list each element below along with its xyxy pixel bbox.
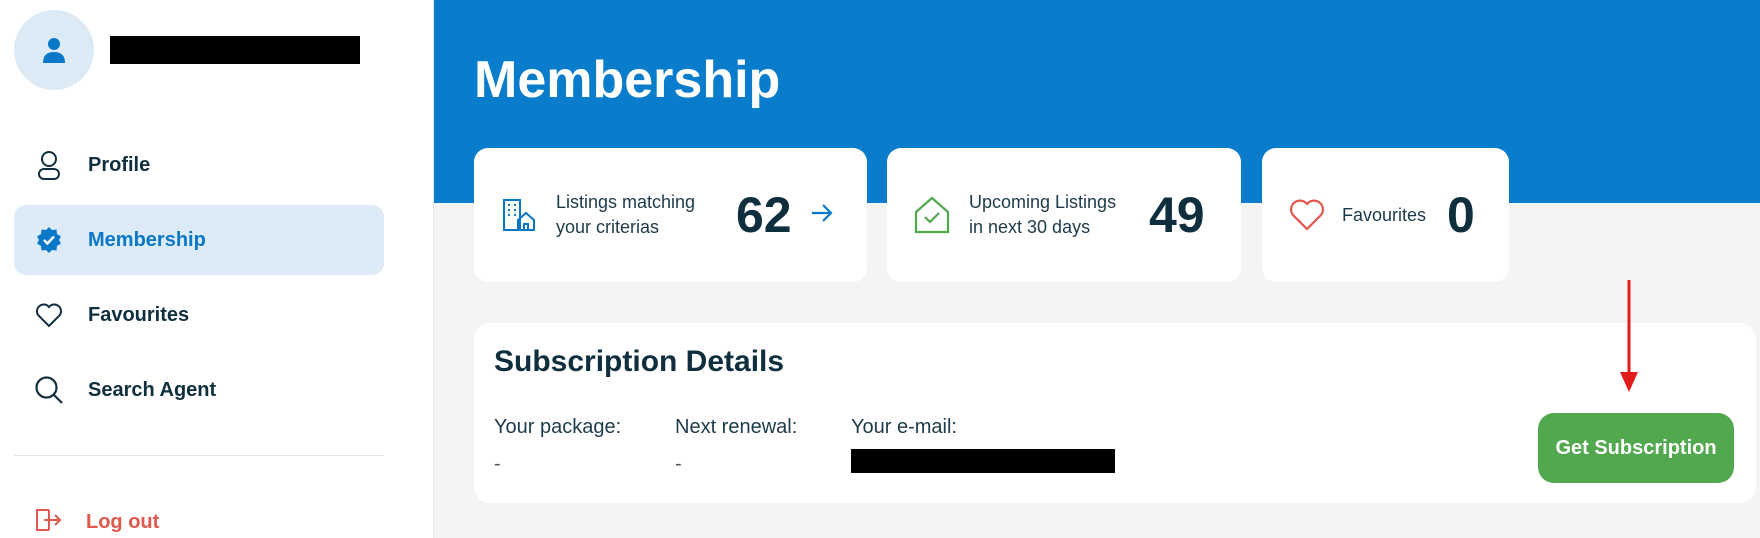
arrow-right-icon[interactable]: [810, 202, 834, 229]
sidebar-item-label: Profile: [88, 153, 151, 176]
sidebar-item-favourites[interactable]: Favourites: [14, 280, 384, 350]
heart-icon: [34, 300, 64, 330]
buildings-icon: [498, 194, 540, 236]
stat-value-upcoming: 49: [1149, 187, 1205, 243]
email-field: Your e-mail:: [851, 416, 1115, 478]
stat-value-favourites: 0: [1447, 187, 1475, 243]
sidebar-item-label: Membership: [88, 228, 206, 251]
sidebar-item-label: Search Agent: [88, 378, 217, 401]
verified-badge-icon: [34, 225, 64, 255]
sidebar-item-membership[interactable]: Membership: [14, 205, 384, 275]
user-icon: [43, 38, 65, 63]
stat-card-listings[interactable]: Listings matching your criterias 62: [474, 148, 867, 282]
heart-icon: [1286, 194, 1328, 236]
logout-button[interactable]: Log out: [34, 508, 159, 537]
search-icon: [34, 375, 64, 405]
sidebar-item-label: Favourites: [88, 303, 190, 326]
sidebar-divider: [14, 455, 384, 456]
user-name-redacted: [110, 36, 360, 64]
logout-label: Log out: [86, 511, 160, 533]
logout-icon: [34, 508, 62, 537]
sidebar: Profile Membership Favourites Search Age…: [0, 0, 434, 538]
stat-card-favourites[interactable]: Favourites 0: [1262, 148, 1509, 282]
sidebar-nav: Profile Membership Favourites Search Age…: [14, 130, 384, 430]
stat-label: Upcoming Listings in next 30 days: [969, 192, 1117, 237]
renewal-field: Next renewal: -: [675, 416, 797, 476]
subscription-title: Subscription Details: [494, 345, 785, 378]
user-header: [14, 10, 360, 90]
stat-card-upcoming: Upcoming Listings in next 30 days 49: [887, 148, 1241, 282]
page-title: Membership: [474, 51, 781, 109]
sidebar-item-profile[interactable]: Profile: [14, 130, 384, 200]
house-check-icon: [911, 194, 953, 236]
avatar[interactable]: [14, 10, 94, 90]
renewal-value: -: [675, 453, 682, 475]
get-subscription-button[interactable]: Get Subscription: [1538, 413, 1734, 483]
person-icon: [34, 150, 64, 180]
package-label: Your package:: [494, 416, 622, 438]
stat-label: Listings matching your criterias: [556, 192, 696, 237]
annotation-arrow-icon: [1620, 280, 1638, 392]
stat-value-listings: 62: [736, 187, 792, 243]
renewal-label: Next renewal:: [675, 416, 798, 438]
email-value-redacted: [851, 449, 1115, 473]
package-field: Your package: -: [494, 416, 621, 476]
email-label: Your e-mail:: [851, 416, 957, 438]
stat-label: Favourites: [1342, 204, 1427, 225]
package-value: -: [494, 453, 501, 475]
sidebar-item-search-agent[interactable]: Search Agent: [14, 355, 384, 425]
